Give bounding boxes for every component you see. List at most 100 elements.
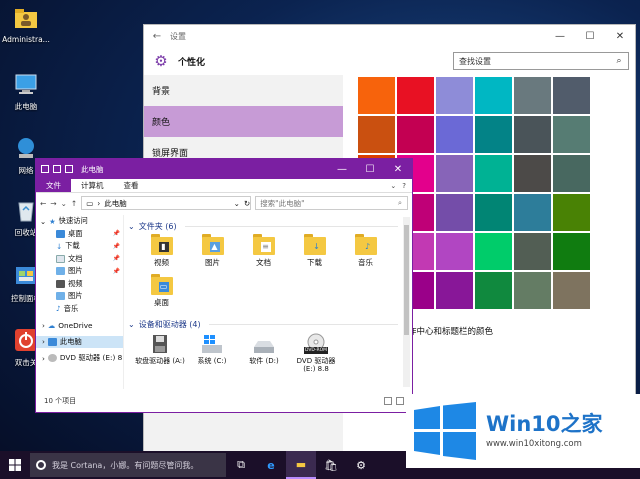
drives-group-header[interactable]: ⌄ 设备和驱动器 (4) <box>128 317 398 331</box>
pin-icon: 📌 <box>112 230 120 238</box>
start-button[interactable] <box>0 451 30 479</box>
accent-color-swatch[interactable] <box>553 155 590 192</box>
accent-color-swatch[interactable] <box>475 155 512 192</box>
nav-item-pictures[interactable]: 图片 📌 <box>36 265 123 278</box>
accent-color-swatch[interactable] <box>475 272 512 309</box>
dvd-badge: DVD-ROM <box>304 348 328 353</box>
folder-documents[interactable]: ≡ 文档 <box>238 233 289 273</box>
desktop-folder-icon: ▭ <box>150 273 173 295</box>
accent-color-swatch[interactable] <box>397 116 434 153</box>
nav-item-downloads[interactable]: ↓ 下载 📌 <box>36 240 123 253</box>
accent-color-swatch[interactable] <box>436 233 473 270</box>
edge-button[interactable]: e <box>256 451 286 479</box>
accent-color-swatch[interactable] <box>553 194 590 231</box>
nav-item-desktop[interactable]: 桌面 📌 <box>36 228 123 241</box>
back-arrow-icon[interactable]: ← <box>144 31 170 42</box>
nav-item-colors[interactable]: 颜色 <box>144 106 343 137</box>
tab-computer[interactable]: 计算机 <box>71 179 114 192</box>
accent-color-swatch[interactable] <box>553 272 590 309</box>
accent-color-swatch[interactable] <box>553 116 590 153</box>
accent-color-swatch[interactable] <box>475 116 512 153</box>
accent-color-swatch[interactable] <box>553 233 590 270</box>
desktop-icon-this-pc[interactable]: 此电脑 <box>2 72 50 112</box>
checkmark-icon[interactable] <box>53 165 61 173</box>
maximize-icon[interactable]: ☐ <box>356 159 384 179</box>
search-placeholder: 查找设置 <box>459 56 491 66</box>
folder-videos[interactable]: ▮ 视频 <box>136 233 187 273</box>
folder-music[interactable]: ♪ 音乐 <box>340 233 391 273</box>
details-view-icon[interactable] <box>384 397 392 405</box>
minimize-icon[interactable]: — <box>328 159 356 179</box>
desktop-icon-admin[interactable]: Administra... <box>2 6 50 44</box>
maximize-icon[interactable]: ☐ <box>575 25 605 47</box>
large-icons-view-icon[interactable] <box>396 397 404 405</box>
accent-color-swatch[interactable] <box>436 272 473 309</box>
accent-color-swatch[interactable] <box>397 77 434 114</box>
accent-color-swatch[interactable] <box>514 155 551 192</box>
settings-button[interactable]: ⚙ <box>346 451 376 479</box>
explorer-search-input[interactable]: 搜索"此电脑" ⌕ <box>255 196 408 210</box>
accent-color-swatch[interactable] <box>436 194 473 231</box>
nav-item-onedrive[interactable]: › ☁ OneDrive <box>36 319 123 332</box>
drive-software-d[interactable]: 软件 (D:) <box>238 333 290 373</box>
nav-item-videos[interactable]: 视频 <box>36 278 123 291</box>
settings-search-input[interactable]: 查找设置 ⌕ <box>453 52 629 70</box>
back-arrow-icon[interactable]: ← <box>40 199 46 208</box>
folder-desktop[interactable]: ▭ 桌面 <box>136 273 187 313</box>
nav-item-this-pc[interactable]: › 此电脑 <box>36 335 123 348</box>
nav-item-label: 图片 <box>68 266 83 276</box>
folder-icon[interactable] <box>65 165 73 173</box>
drive-system-c[interactable]: 系统 (C:) <box>186 333 238 373</box>
help-icon[interactable]: ? <box>402 182 406 190</box>
minimize-icon[interactable]: — <box>545 25 575 47</box>
nav-item-dvd[interactable]: › DVD 驱动器 (E:) 8 <box>36 352 123 365</box>
drive-floppy[interactable]: 软盘驱动器 (A:) <box>134 333 186 373</box>
folder-downloads[interactable]: ↓ 下载 <box>289 233 340 273</box>
nav-item-music[interactable]: ♪ 音乐 <box>36 303 123 316</box>
store-button[interactable]: 🛍 <box>316 451 346 479</box>
search-icon: ⌕ <box>397 198 403 207</box>
accent-color-swatch[interactable] <box>514 272 551 309</box>
accent-color-swatch[interactable] <box>436 77 473 114</box>
chevron-down-icon: ⌄ <box>40 216 47 226</box>
close-icon[interactable]: ✕ <box>384 159 412 179</box>
accent-color-swatch[interactable] <box>514 77 551 114</box>
chevron-down-icon: ⌄ <box>128 221 135 231</box>
accent-color-swatch[interactable] <box>553 77 590 114</box>
accent-color-swatch[interactable] <box>475 194 512 231</box>
task-view-button[interactable]: ⧉ <box>226 451 256 479</box>
tab-view[interactable]: 查看 <box>114 179 149 192</box>
file-explorer-button[interactable]: ▬ <box>286 451 316 479</box>
film-folder-icon: ▮ <box>150 233 173 255</box>
accent-color-swatch[interactable] <box>475 77 512 114</box>
drive-dvd-e[interactable]: DVD-ROM DVD 驱动器 (E:) 8.8 <box>290 333 342 373</box>
close-icon[interactable]: ✕ <box>605 25 635 47</box>
accent-color-swatch[interactable] <box>436 116 473 153</box>
refresh-icon[interactable]: ↻ <box>244 199 250 208</box>
nav-item-documents[interactable]: 文档 📌 <box>36 253 123 266</box>
accent-color-swatch[interactable] <box>514 233 551 270</box>
ribbon: 文件 计算机 查看 ⌄ ? <box>36 179 412 193</box>
folders-group-header[interactable]: ⌄ 文件夹 (6) <box>128 219 398 233</box>
tab-file[interactable]: 文件 <box>36 179 71 192</box>
forward-arrow-icon[interactable]: → <box>50 199 56 208</box>
nav-item-background[interactable]: 背景 <box>144 75 343 106</box>
nav-item-quick-access[interactable]: ⌄ ★ 快速访问 <box>36 215 123 228</box>
chevron-down-icon[interactable]: ⌄ <box>61 199 67 208</box>
accent-color-swatch[interactable] <box>358 116 395 153</box>
accent-color-swatch[interactable] <box>358 77 395 114</box>
accent-color-swatch[interactable] <box>436 155 473 192</box>
accent-color-swatch[interactable] <box>475 233 512 270</box>
cortana-search-box[interactable]: 我是 Cortana，小娜。有问题尽管问我。 <box>30 453 226 477</box>
accent-color-swatch[interactable] <box>514 194 551 231</box>
chevron-down-icon[interactable]: ⌄ <box>390 182 396 190</box>
up-arrow-icon[interactable]: ↑ <box>71 199 77 208</box>
properties-icon[interactable] <box>41 165 49 173</box>
folder-label: 音乐 <box>358 258 373 267</box>
vertical-scrollbar[interactable] <box>403 217 410 387</box>
nav-item-pictures-2[interactable]: 图片 <box>36 290 123 303</box>
accent-color-swatch[interactable] <box>514 116 551 153</box>
chevron-down-icon[interactable]: ⌄ <box>234 199 240 208</box>
folder-pictures[interactable]: ▲ 图片 <box>187 233 238 273</box>
address-input[interactable]: ▭ › 此电脑 ⌄ ↻ <box>81 196 252 210</box>
